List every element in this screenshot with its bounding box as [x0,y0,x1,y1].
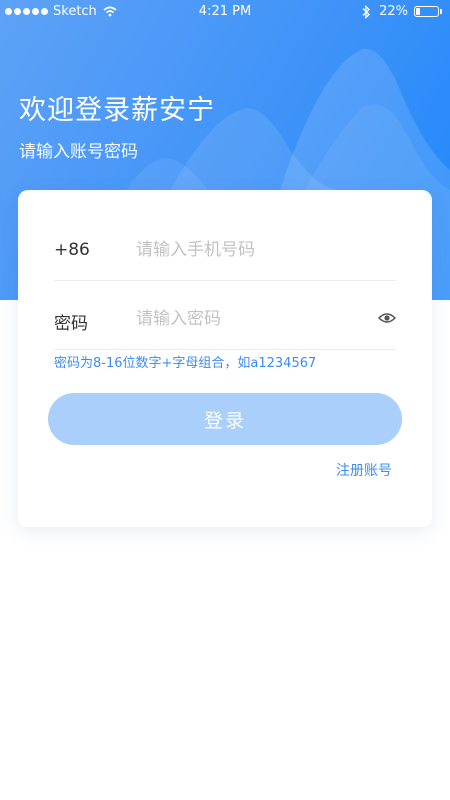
login-button[interactable]: 登录 [48,393,402,445]
battery-icon [414,6,439,17]
password-input[interactable] [136,305,366,333]
page-subtitle: 请输入账号密码 [19,142,138,162]
battery-cap [440,9,442,14]
status-right: 22% [361,4,442,19]
status-bar: Sketch 4:21 PM 22% [0,0,450,24]
bluetooth-icon [362,4,371,19]
page-title: 欢迎登录薪安宁 [19,95,215,126]
battery-percent: 22% [379,4,408,19]
login-card: +86 密码 密码为8-16位数字+字母组合，如a1234567 登录 注册账号 [18,190,432,527]
password-label: 密码 [54,314,88,334]
password-hint: 密码为8-16位数字+字母组合，如a1234567 [54,356,317,371]
country-code-label[interactable]: +86 [54,240,90,260]
show-password-eye-icon[interactable] [378,311,396,325]
register-link[interactable]: 注册账号 [336,460,392,480]
battery-level-fill [416,8,420,15]
phone-input[interactable] [136,236,366,264]
phone-row: +86 [54,220,396,281]
password-row: 密码 [54,289,396,350]
